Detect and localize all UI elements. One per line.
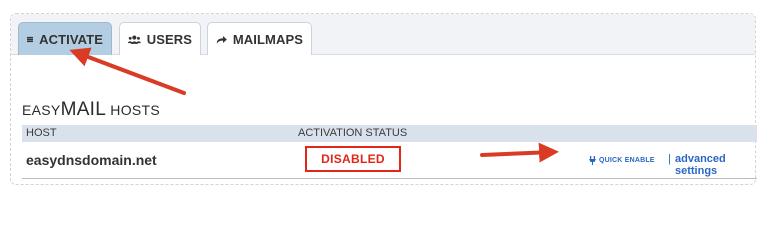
plug-icon — [589, 156, 596, 165]
quick-enable-link[interactable]: QUICK ENABLE — [589, 156, 655, 165]
tab-users-label: USERS — [146, 31, 192, 47]
title-prefix: EASY — [22, 102, 61, 118]
column-header-status: ACTIVATION STATUS — [298, 127, 408, 139]
table-row: easydnsdomain.net DISABLED QUICK ENABLE … — [22, 142, 757, 179]
title-suffix: HOSTS — [106, 102, 161, 118]
status-badge: DISABLED — [305, 146, 401, 172]
tab-users[interactable]: USERS — [119, 22, 201, 55]
tab-bar: ACTIVATE USERS MAILMAPS — [11, 14, 755, 55]
tab-mailmaps-label: MAILMAPS — [232, 31, 303, 47]
page-title: EASYMAIL HOSTS — [22, 99, 160, 121]
link-separator: | — [668, 153, 671, 165]
advanced-settings-link[interactable]: advanced settings — [675, 153, 757, 177]
tab-mailmaps[interactable]: MAILMAPS — [207, 22, 312, 55]
table-header: HOST ACTIVATION STATUS — [22, 125, 757, 142]
title-mid: MAIL — [60, 99, 107, 120]
status-text: DISABLED — [321, 152, 385, 166]
quick-enable-label: QUICK ENABLE — [599, 157, 655, 164]
server-icon — [27, 36, 34, 42]
users-icon — [128, 34, 141, 44]
column-header-host: HOST — [26, 127, 57, 139]
share-arrow-icon — [216, 35, 227, 44]
tab-activate[interactable]: ACTIVATE — [18, 22, 112, 55]
tab-activate-label: ACTIVATE — [39, 31, 103, 47]
host-name: easydnsdomain.net — [26, 152, 157, 168]
hosts-panel: ACTIVATE USERS MAILMAPS EASYMAIL HOSTS H… — [10, 13, 757, 185]
